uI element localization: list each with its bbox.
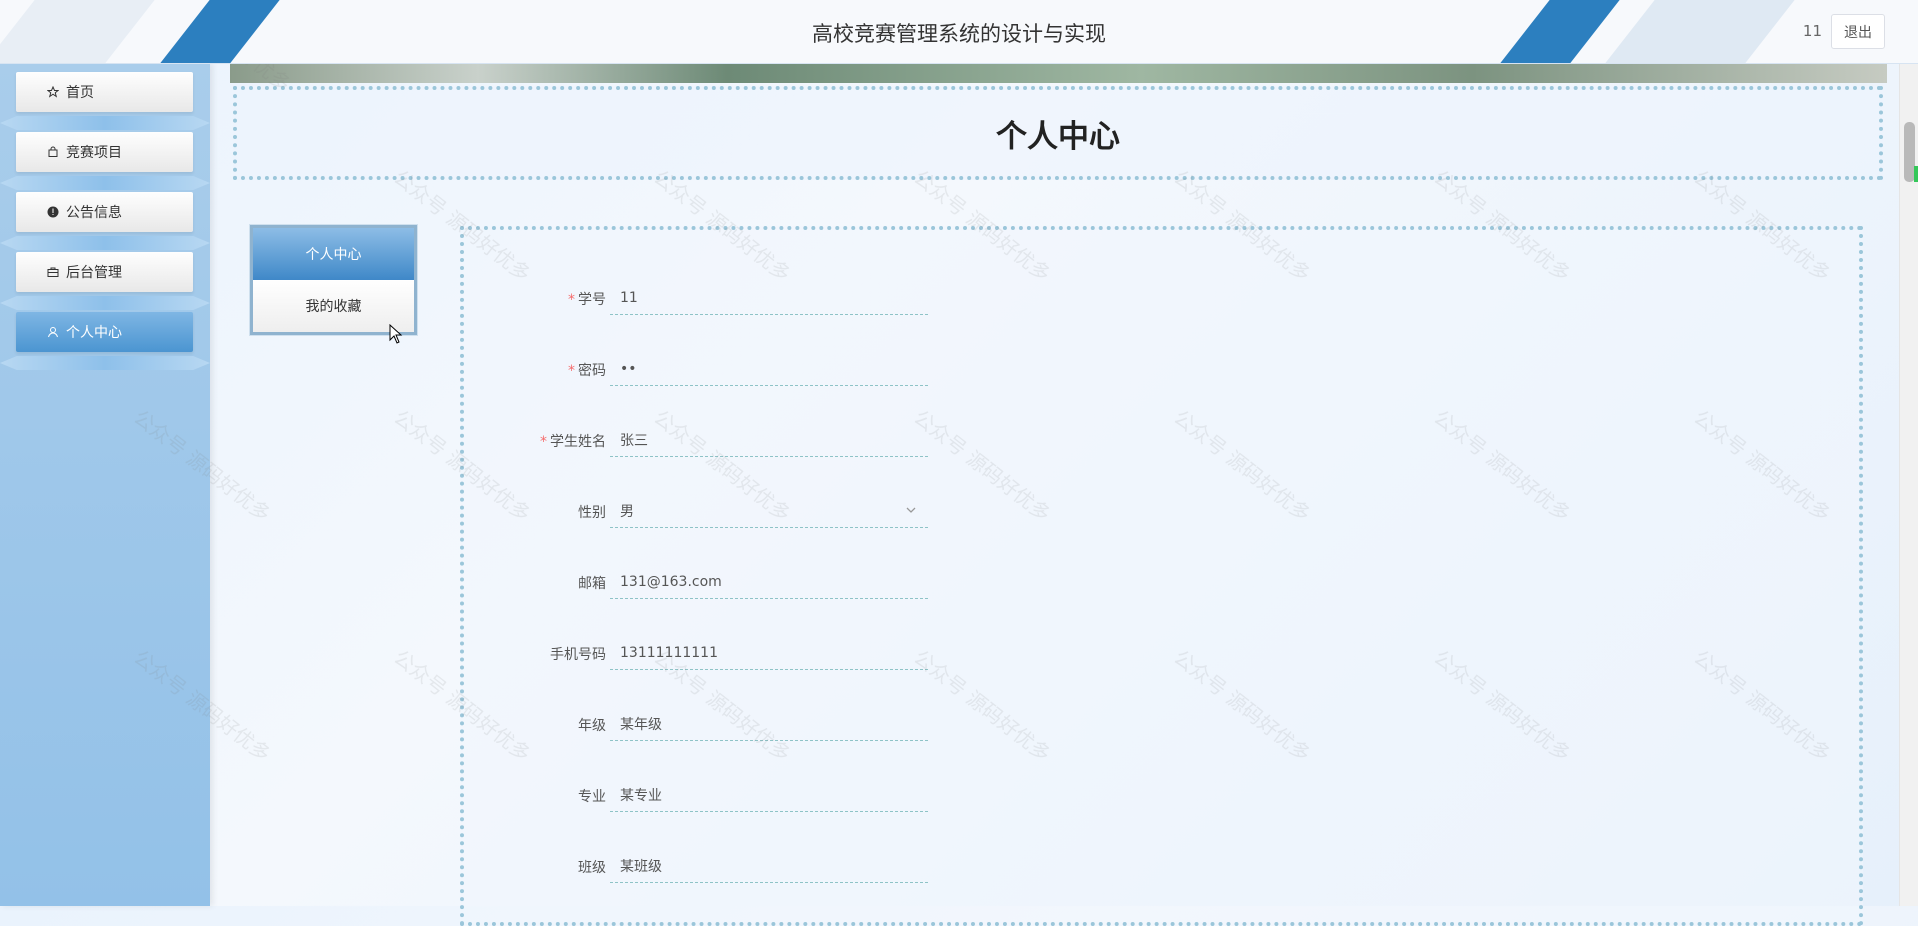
chevron-down-icon [906, 507, 916, 513]
sidebar-item-label: 个人中心 [66, 325, 122, 341]
tab-profile[interactable]: 个人中心 [253, 228, 414, 280]
password-field[interactable]: •• [610, 352, 928, 386]
page-title: 个人中心 [996, 118, 1120, 155]
field-label: * 学号 [568, 292, 606, 308]
mouse-cursor-icon [389, 324, 403, 344]
star-icon [46, 86, 60, 98]
bag-icon [46, 146, 60, 158]
grade-field[interactable]: 某年级 [610, 707, 928, 741]
student-id-field[interactable]: 11 [610, 281, 928, 315]
form-row-password: * 密码 •• [464, 352, 928, 386]
menu-divider [0, 176, 210, 190]
form-row-name: * 学生姓名 张三 [464, 423, 928, 457]
profile-form: * 学号 11 * 密码 •• * 学生姓名 张三 性别 男 邮箱 131@163.c… [460, 226, 1863, 926]
app-title: 高校竞赛管理系统的设计与实现 [812, 22, 1106, 46]
user-icon [46, 326, 60, 338]
sidebar-item-home[interactable]: 首页 [16, 72, 193, 112]
sidebar-item-admin[interactable]: 后台管理 [16, 252, 193, 292]
sidebar-item-label: 公告信息 [66, 205, 122, 221]
email-field[interactable]: 131@163.com [610, 565, 928, 599]
sidebar-item-label: 后台管理 [66, 265, 122, 281]
gender-select[interactable]: 男 [610, 494, 928, 528]
page-scrollbar[interactable] [1899, 0, 1918, 906]
menu-divider [0, 356, 210, 370]
form-row-phone: 手机号码 13111111111 [464, 636, 928, 670]
sidebar-item-label: 首页 [66, 85, 94, 101]
sidebar: 首页 竞赛项目 公告信息 后台管理 个人中心 [0, 63, 210, 906]
sidebar-item-label: 竞赛项目 [66, 145, 122, 161]
field-label: 专业 [578, 789, 606, 805]
sidebar-item-announcements[interactable]: 公告信息 [16, 192, 193, 232]
field-label: 邮箱 [578, 576, 606, 592]
top-header: 高校竞赛管理系统的设计与实现 11 退出 [0, 0, 1918, 64]
form-row-major: 专业 某专业 [464, 778, 928, 812]
field-label: 手机号码 [550, 647, 606, 663]
profile-tabs: 个人中心 我的收藏 [250, 225, 417, 335]
form-row-student-id: * 学号 11 [464, 281, 928, 315]
form-row-gender: 性别 男 [464, 494, 928, 528]
form-row-class: 班级 某班级 [464, 849, 928, 883]
current-user-id: 11 [1802, 22, 1822, 40]
menu-divider [0, 116, 210, 130]
form-row-email: 邮箱 131@163.com [464, 565, 928, 599]
briefcase-icon [46, 266, 60, 278]
scroll-indicator [1914, 166, 1918, 182]
class-field[interactable]: 某班级 [610, 849, 928, 883]
logout-button[interactable]: 退出 [1831, 14, 1885, 49]
gender-select-value: 男 [620, 503, 634, 520]
field-label: 年级 [578, 718, 606, 734]
field-label: 性别 [578, 505, 606, 521]
alert-icon [46, 206, 60, 218]
sidebar-item-profile[interactable]: 个人中心 [16, 312, 193, 352]
phone-field[interactable]: 13111111111 [610, 636, 928, 670]
menu-divider [0, 296, 210, 310]
menu-divider [0, 236, 210, 250]
form-row-grade: 年级 某年级 [464, 707, 928, 741]
field-label: 班级 [578, 860, 606, 876]
banner-image [230, 63, 1887, 83]
major-field[interactable]: 某专业 [610, 778, 928, 812]
student-name-field[interactable]: 张三 [610, 423, 928, 457]
sidebar-item-competitions[interactable]: 竞赛项目 [16, 132, 193, 172]
field-label: * 密码 [568, 363, 606, 379]
page-title-panel: 个人中心 [233, 86, 1883, 180]
field-label: * 学生姓名 [540, 434, 606, 450]
